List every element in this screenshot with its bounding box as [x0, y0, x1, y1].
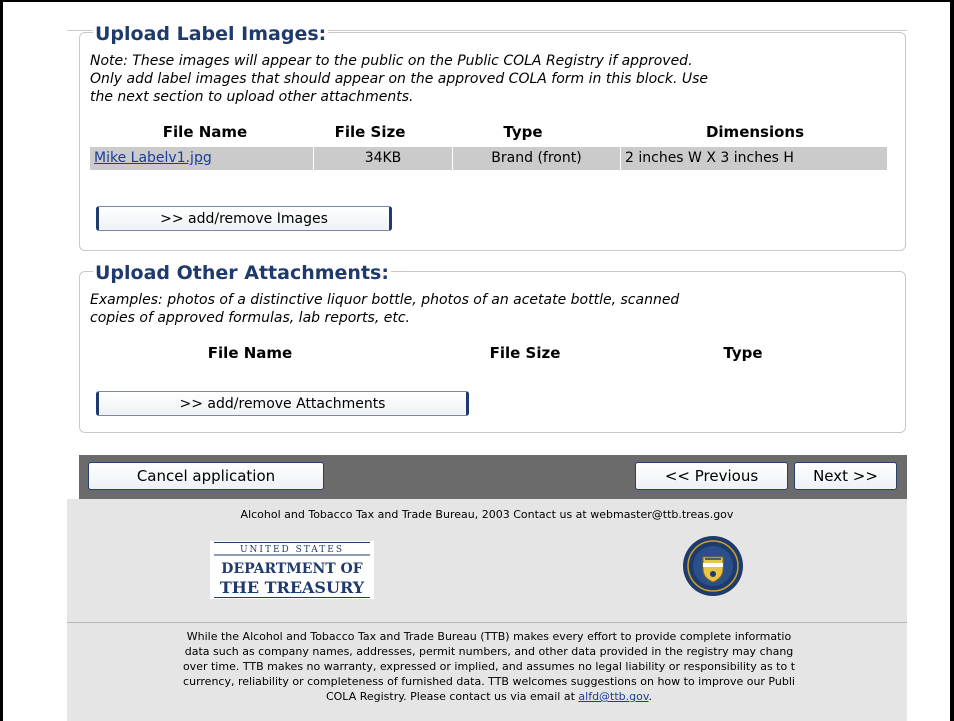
add-remove-attachments-button[interactable]: >> add/remove Attachments [96, 391, 469, 416]
window-right-border [950, 0, 954, 721]
cell-divider [620, 147, 621, 170]
logo-text-department: DEPARTMENT OF [221, 561, 362, 577]
previous-button[interactable]: << Previous [635, 462, 788, 490]
column-header-dimensions: Dimensions [705, 123, 805, 141]
dimensions-cell: 2 inches W X 3 inches H [625, 150, 794, 166]
other-attachments-note-line: Examples: photos of a distinctive liquor… [90, 292, 680, 308]
upload-label-images-section: Upload Label Images: Note: These images … [79, 23, 906, 251]
other-attachments-note: Examples: photos of a distinctive liquor… [90, 291, 880, 327]
email-link[interactable]: alfd@ttb.gov [578, 690, 648, 703]
column-header-type: Type [503, 123, 543, 141]
disclaimer-line: While the Alcohol and Tobacco Tax and Tr… [186, 630, 792, 643]
column-header-file-name: File Name [162, 123, 248, 141]
table-row: Mike Labelv1.jpg 34KB Brand (front) 2 in… [90, 147, 887, 170]
file-size-cell: 34KB [364, 150, 402, 166]
footer-contact-text: Alcohol and Tobacco Tax and Trade Bureau… [240, 508, 734, 521]
other-attachments-note-line: copies of approved formulas, lab reports… [90, 310, 410, 326]
label-images-note-line: Note: These images will appear to the pu… [90, 53, 693, 69]
logo-text-united-states: UNITED STATES [240, 545, 344, 555]
disclaimer-line-last: COLA Registry. Please contact us via ema… [67, 689, 907, 704]
column-header-file-size: File Size [334, 123, 406, 141]
logo-text-treasury: THE TREASURY [220, 578, 365, 597]
treasury-department-logo: UNITED STATES DEPARTMENT OF THE TREASURY [210, 541, 374, 599]
label-images-note-line: the next section to upload other attachm… [90, 89, 414, 105]
cancel-application-button[interactable]: Cancel application [88, 462, 324, 490]
disclaimer-text: While the Alcohol and Tobacco Tax and Tr… [67, 629, 907, 704]
page-footer: Alcohol and Tobacco Tax and Trade Bureau… [67, 499, 907, 721]
navigation-bar: Cancel application << Previous Next >> [79, 455, 907, 499]
upload-other-attachments-section: Upload Other Attachments: Examples: phot… [79, 262, 906, 433]
disclaimer-last-text: COLA Registry. Please contact us via ema… [325, 690, 579, 703]
disclaimer-period: . [648, 690, 653, 703]
type-cell: Brand (front) [491, 150, 582, 166]
disclaimer-line: over time. TTB makes no warranty, expres… [182, 660, 796, 673]
file-name-link[interactable]: Mike Labelv1.jpg [94, 147, 212, 170]
label-images-note: Note: These images will appear to the pu… [90, 52, 880, 106]
column-header-type: Type [723, 344, 763, 362]
ttb-seal-icon [683, 536, 743, 596]
disclaimer-line: currency, reliability or completeness of… [183, 675, 795, 688]
column-header-file-name: File Name [207, 344, 293, 362]
add-remove-images-button[interactable]: >> add/remove Images [96, 206, 392, 231]
disclaimer-line: data such as company names, addresses, p… [184, 645, 794, 658]
window-top-border [0, 0, 954, 2]
upload-other-attachments-legend: Upload Other Attachments: [93, 262, 391, 284]
column-header-file-size: File Size [489, 344, 561, 362]
upload-label-images-legend: Upload Label Images: [93, 23, 329, 45]
footer-divider [67, 622, 907, 623]
next-button[interactable]: Next >> [794, 462, 897, 490]
window-left-border [0, 0, 3, 721]
label-images-note-line: Only add label images that should appear… [90, 71, 709, 87]
